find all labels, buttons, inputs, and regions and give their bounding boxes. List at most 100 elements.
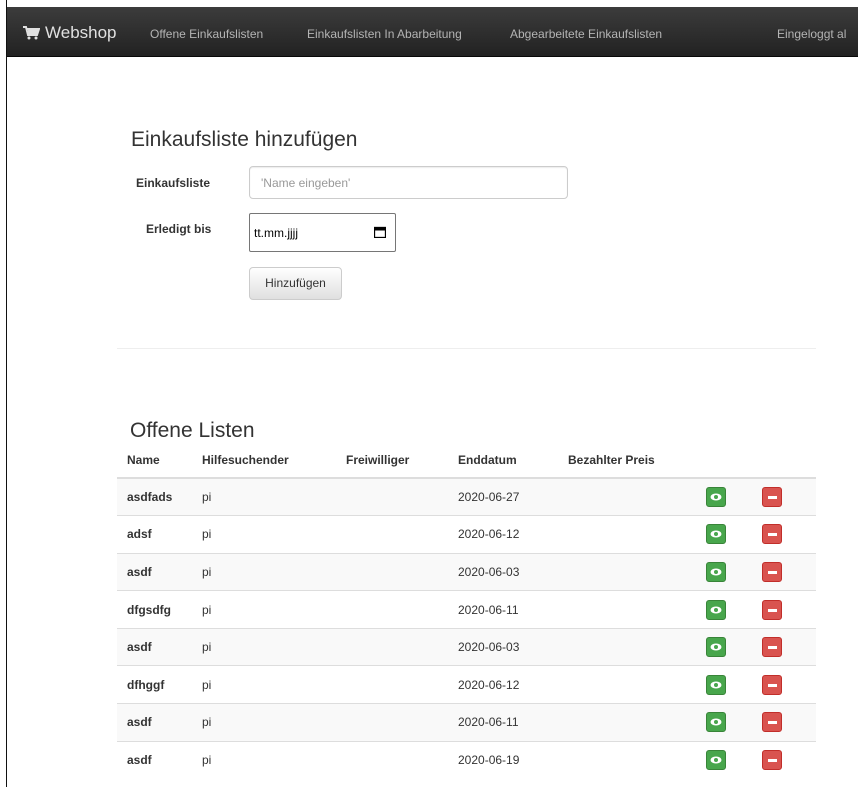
list-name-label: Einkaufsliste [136, 176, 211, 190]
view-list-button[interactable] [706, 674, 726, 695]
cell-view [704, 665, 756, 704]
cell-name: dfgsdfg [117, 590, 192, 629]
nav-offene-einkaufslisten[interactable]: Offene Einkaufslisten [150, 27, 263, 41]
column-header-view [704, 442, 756, 479]
delete-list-button[interactable] [762, 712, 782, 733]
add-list-button[interactable]: Hinzufügen [249, 267, 342, 300]
view-list-button[interactable] [706, 637, 726, 658]
cell-delete [756, 627, 816, 666]
eye-icon [710, 718, 722, 726]
cell-view [704, 590, 756, 629]
cell-delete [756, 590, 816, 629]
delete-list-button[interactable] [762, 637, 782, 658]
cell-enddatum: 2020-06-03 [448, 552, 558, 591]
minus-icon [768, 721, 777, 725]
cell-hilfesuchender: pi [192, 477, 336, 516]
cell-freiwilliger [336, 477, 448, 516]
view-list-button[interactable] [706, 561, 726, 582]
cell-freiwilliger [336, 703, 448, 742]
column-header-enddatum: Enddatum [448, 442, 558, 479]
cell-freiwilliger [336, 552, 448, 591]
add-list-title: Einkaufsliste hinzufügen [131, 128, 358, 151]
cell-bezahlter-preis [558, 515, 704, 554]
nav-abgearbeitete-einkaufslisten[interactable]: Abgearbeitete Einkaufslisten [510, 27, 662, 41]
brand-link[interactable]: Webshop [23, 22, 117, 44]
column-header-bezahlter-preis: Bezahlter Preis [558, 442, 704, 479]
table-row: asdf pi 2020-06-03 [117, 627, 816, 666]
cell-view [704, 703, 756, 742]
cell-delete [756, 515, 816, 554]
nav-einkaufslisten-in-abarbeitung[interactable]: Einkaufslisten In Abarbeitung [307, 27, 462, 41]
view-list-button[interactable] [706, 750, 726, 771]
top-navbar: Webshop Offene Einkaufslisten Einkaufsli… [7, 7, 858, 57]
minus-icon [768, 608, 777, 612]
column-header-name: Name [117, 442, 192, 479]
cell-view [704, 627, 756, 666]
eye-icon [710, 643, 722, 651]
cell-enddatum: 2020-06-11 [448, 703, 558, 742]
cell-view [704, 740, 756, 779]
cell-enddatum: 2020-06-03 [448, 627, 558, 666]
cell-bezahlter-preis [558, 627, 704, 666]
cell-view [704, 477, 756, 516]
cell-freiwilliger [336, 515, 448, 554]
delete-list-button[interactable] [762, 599, 782, 620]
eye-icon [710, 681, 722, 689]
cell-enddatum: 2020-06-27 [448, 477, 558, 516]
minus-icon [768, 533, 777, 537]
view-list-button[interactable] [706, 712, 726, 733]
column-header-delete [756, 442, 816, 479]
cell-bezahlter-preis [558, 740, 704, 779]
due-date-input[interactable]: tt.mm.jjjj [249, 213, 396, 252]
cell-freiwilliger [336, 665, 448, 704]
cell-delete [756, 477, 816, 516]
cell-delete [756, 552, 816, 591]
cell-delete [756, 740, 816, 779]
cell-name: asdf [117, 627, 192, 666]
minus-icon [768, 570, 777, 574]
delete-list-button[interactable] [762, 524, 782, 545]
cell-enddatum: 2020-06-19 [448, 740, 558, 779]
view-list-button[interactable] [706, 524, 726, 545]
cell-bezahlter-preis [558, 590, 704, 629]
table-header-row: Name Hilfesuchender Freiwilliger Enddatu… [117, 442, 816, 479]
cell-freiwilliger [336, 740, 448, 779]
cell-delete [756, 665, 816, 704]
nav-user-status[interactable]: Eingeloggt al [777, 27, 846, 41]
delete-list-button[interactable] [762, 561, 782, 582]
cell-freiwilliger [336, 627, 448, 666]
cell-hilfesuchender: pi [192, 740, 336, 779]
cell-hilfesuchender: pi [192, 627, 336, 666]
cell-name: dfhggf [117, 665, 192, 704]
open-lists-body: asdfads pi 2020-06-27 adsf pi 2020-06-12 asdf p… [117, 477, 816, 779]
list-name-input[interactable] [249, 166, 568, 199]
minus-icon [768, 759, 777, 763]
delete-list-button[interactable] [762, 487, 782, 508]
delete-list-button[interactable] [762, 750, 782, 771]
cell-name: asdf [117, 703, 192, 742]
view-list-button[interactable] [706, 487, 726, 508]
table-row: dfgsdfg pi 2020-06-11 [117, 590, 816, 629]
table-row: asdf pi 2020-06-03 [117, 552, 816, 591]
cell-name: asdfads [117, 477, 192, 516]
table-row: adsf pi 2020-06-12 [117, 515, 816, 554]
cell-bezahlter-preis [558, 552, 704, 591]
calendar-icon[interactable] [374, 226, 386, 238]
eye-icon [710, 530, 722, 538]
view-list-button[interactable] [706, 599, 726, 620]
open-lists-title: Offene Listen [130, 419, 255, 442]
cell-delete [756, 703, 816, 742]
minus-icon [768, 683, 777, 687]
table-row: dfhggf pi 2020-06-12 [117, 665, 816, 704]
delete-list-button[interactable] [762, 674, 782, 695]
minus-icon [768, 646, 777, 650]
cell-name: asdf [117, 552, 192, 591]
cell-hilfesuchender: pi [192, 552, 336, 591]
brand-label: Webshop [45, 23, 117, 42]
cell-freiwilliger [336, 590, 448, 629]
cell-enddatum: 2020-06-12 [448, 515, 558, 554]
cell-enddatum: 2020-06-12 [448, 665, 558, 704]
eye-icon [710, 493, 722, 501]
minus-icon [768, 496, 777, 500]
table-row: asdf pi 2020-06-11 [117, 703, 816, 742]
